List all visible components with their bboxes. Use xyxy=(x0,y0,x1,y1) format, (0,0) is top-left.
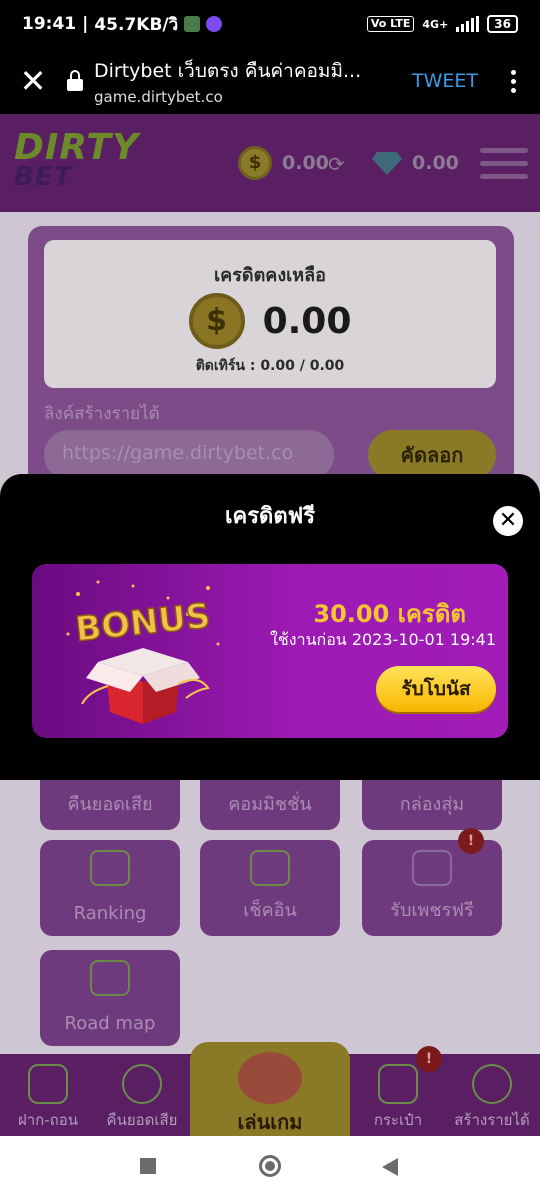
trophy-icon xyxy=(90,850,130,886)
network-people-icon xyxy=(472,1064,512,1104)
system-nav-bar xyxy=(0,1136,540,1200)
header-diamond: 0.00 xyxy=(412,152,459,174)
wallet-icon xyxy=(378,1064,418,1104)
url-area[interactable]: Dirtybet เว็บตรง คืนค่าคอมมิ... game.dir… xyxy=(94,56,412,106)
coin-icon: $ xyxy=(238,146,272,180)
balance-title: เครดิตคงเหลือ xyxy=(214,265,326,286)
page-url: game.dirtybet.co xyxy=(94,88,223,106)
calendar-icon xyxy=(250,850,290,886)
free-credit-modal: เครดิตฟรี ✕ BONUS 30.00 เครดิต ใช้งานก่อ… xyxy=(0,474,540,780)
bonus-card: BONUS 30.00 เครดิต ใช้งานก่อน 2023-10-01… xyxy=(32,564,508,738)
messenger-icon xyxy=(206,16,223,32)
recent-apps-icon[interactable] xyxy=(140,1158,156,1174)
nav-deposit-withdraw[interactable]: ฝาก-ถอน xyxy=(0,1054,96,1136)
header-credit: 0.00 xyxy=(282,152,329,174)
more-options-icon[interactable] xyxy=(498,69,528,93)
tweet-button[interactable]: TWEET xyxy=(412,70,478,92)
shield-check-icon xyxy=(28,1064,68,1104)
site-header: DIRTY BET $ 0.00 ⟳ 0.00 xyxy=(0,114,540,212)
wallet-panel: เครดิตคงเหลือ $ 0.00 ติดเทิร์น : 0.00 / … xyxy=(28,226,514,486)
nav-earn[interactable]: สร้างรายได้ xyxy=(444,1054,540,1136)
tile-ranking[interactable]: Ranking xyxy=(40,840,180,936)
bonus-expiry: ใช้งานก่อน 2023-10-01 19:41 xyxy=(270,630,496,649)
copy-button[interactable]: คัดลอก xyxy=(368,430,496,480)
claim-bonus-button[interactable]: รับโบนัส xyxy=(376,666,496,712)
bottom-nav: ฝาก-ถอน คืนยอดเสีย เล่นเกม กระเป๋า ! สร้… xyxy=(0,1042,540,1136)
close-icon[interactable]: ✕ xyxy=(493,506,523,536)
tile-road-map[interactable]: Road map xyxy=(40,950,180,1046)
nav-play-game[interactable]: เล่นเกม xyxy=(190,1042,350,1136)
bonus-gift-box-icon: BONUS xyxy=(66,580,220,724)
cash-refresh-icon xyxy=(122,1064,162,1104)
signal-icon xyxy=(456,16,480,32)
status-speed: 45.7KB/วิ xyxy=(94,14,179,35)
route-icon xyxy=(90,960,130,996)
svg-text:BONUS: BONUS xyxy=(73,596,212,650)
tile-free-diamond[interactable]: ! รับเพชรฟรี xyxy=(362,828,502,936)
lock-icon xyxy=(66,70,84,92)
coin-icon: $ xyxy=(188,293,245,349)
tile-checkin[interactable]: เช็คอิน xyxy=(200,840,340,936)
balance-card: เครดิตคงเหลือ $ 0.00 ติดเทิร์น : 0.00 / … xyxy=(44,240,496,388)
refresh-icon[interactable]: ⟳ xyxy=(328,152,345,176)
sim-icon xyxy=(184,16,201,32)
nav-cashback[interactable]: คืนยอดเสีย xyxy=(94,1054,190,1136)
network-label: 4G+ xyxy=(422,17,449,31)
menu-icon[interactable] xyxy=(480,148,528,179)
status-time: 19:41 xyxy=(22,14,77,34)
balance-amount: 0.00 xyxy=(262,300,352,342)
close-tab-button[interactable]: ✕ xyxy=(0,48,66,114)
referral-link-field[interactable]: https://game.dirtybet.co xyxy=(44,430,334,480)
diamond-icon xyxy=(372,152,402,175)
status-bar: 19:41 | 45.7KB/วิ Vo LTE 4G+ 36 xyxy=(0,0,540,48)
turnover-text: ติดเทิร์น : 0.00 / 0.00 xyxy=(195,358,345,374)
alert-badge: ! xyxy=(416,1046,442,1072)
site-logo[interactable]: DIRTY BET xyxy=(14,130,154,194)
volte-icon: Vo LTE xyxy=(366,16,415,32)
page-title: Dirtybet เว็บตรง คืนค่าคอมมิ... xyxy=(94,60,362,82)
back-icon[interactable] xyxy=(382,1158,398,1176)
battery-icon: 36 xyxy=(487,15,518,33)
diamond-icon xyxy=(412,850,452,886)
alert-badge: ! xyxy=(458,828,484,854)
modal-title: เครดิตฟรี xyxy=(224,504,316,529)
slot-machine-icon xyxy=(238,1052,302,1104)
browser-toolbar: ✕ Dirtybet เว็บตรง คืนค่าคอมมิ... game.d… xyxy=(0,48,540,114)
home-icon[interactable] xyxy=(259,1155,281,1177)
referral-label: ลิงค์สร้างรายได้ xyxy=(44,404,160,424)
